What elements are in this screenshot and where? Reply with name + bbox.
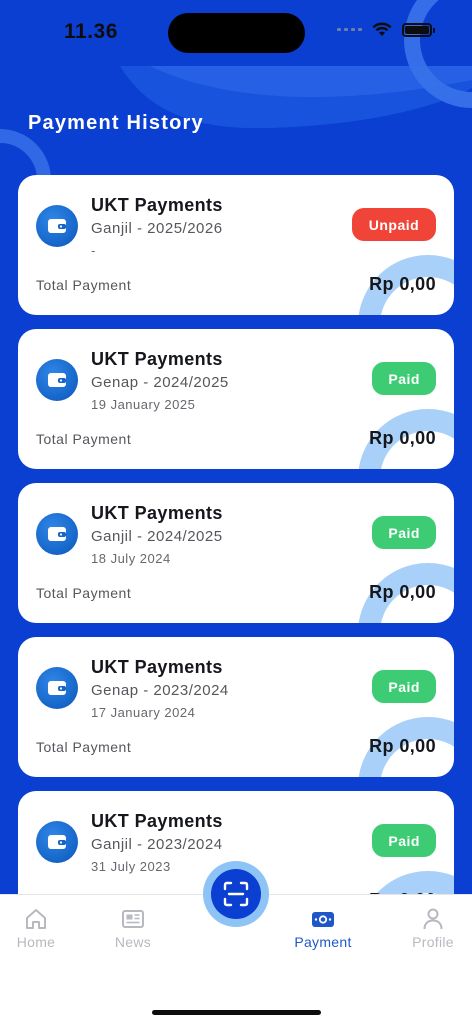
home-indicator: [152, 1010, 321, 1015]
status-time: 11.36: [64, 20, 118, 43]
payment-title: UKT Payments: [91, 811, 223, 831]
payment-period: Ganjil - 2023/2024: [91, 836, 223, 853]
payment-title: UKT Payments: [91, 503, 223, 523]
signal-icon: [337, 28, 362, 31]
nav-payment-label: Payment: [294, 934, 352, 950]
profile-icon: [420, 907, 446, 931]
payment-card[interactable]: UKT Payments Genap - 2023/2024 17 Januar…: [18, 637, 454, 777]
nav-profile-label: Profile: [412, 934, 454, 950]
nav-home[interactable]: Home: [0, 907, 72, 950]
battery-icon: [402, 22, 435, 37]
payment-title: UKT Payments: [91, 657, 223, 677]
wallet-icon: [36, 821, 78, 863]
payment-card[interactable]: UKT Payments Genap - 2024/2025 19 Januar…: [18, 329, 454, 469]
total-payment-label: Total Payment: [36, 585, 132, 601]
wifi-icon: [372, 22, 392, 36]
payment-period: Genap - 2024/2025: [91, 374, 229, 391]
nav-profile[interactable]: Profile: [397, 907, 469, 950]
payment-title: UKT Payments: [91, 349, 223, 369]
status-badge: Paid: [372, 670, 436, 703]
wallet-icon: [36, 513, 78, 555]
payment-list: UKT Payments Ganjil - 2025/2026 - Unpaid…: [18, 175, 454, 945]
payment-date: 31 July 2023: [91, 859, 171, 874]
payment-card[interactable]: UKT Payments Ganjil - 2024/2025 18 July …: [18, 483, 454, 623]
wallet-icon: [36, 359, 78, 401]
nav-payment[interactable]: Payment: [287, 907, 359, 950]
total-payment-value: Rp 0,00: [369, 428, 436, 448]
total-payment-value: Rp 0,00: [369, 736, 436, 756]
nav-home-label: Home: [16, 934, 56, 950]
page-title: Payment History: [28, 112, 204, 134]
payment-period: Ganjil - 2024/2025: [91, 528, 223, 545]
status-bar: 11.36: [0, 0, 472, 64]
payment-date: 18 July 2024: [91, 551, 171, 566]
news-icon: [120, 907, 146, 931]
payment-card[interactable]: UKT Payments Ganjil - 2025/2026 - Unpaid…: [18, 175, 454, 315]
total-payment-label: Total Payment: [36, 431, 132, 447]
nav-news-label: News: [114, 934, 152, 950]
nav-news[interactable]: News: [97, 907, 169, 950]
scan-icon: [211, 869, 261, 919]
total-payment-label: Total Payment: [36, 739, 132, 755]
scan-button[interactable]: [203, 861, 269, 927]
dynamic-island: [168, 13, 305, 53]
status-badge: Unpaid: [352, 208, 436, 241]
payment-date: -: [91, 243, 96, 258]
status-indicators: [337, 22, 435, 37]
status-badge: Paid: [372, 824, 436, 857]
payment-date: 17 January 2024: [91, 705, 196, 720]
payment-date: 19 January 2025: [91, 397, 196, 412]
status-badge: Paid: [372, 362, 436, 395]
home-icon: [23, 907, 49, 931]
payment-history-screen: 11.36 Payment History UKT Payments Ganji…: [0, 0, 472, 1024]
status-badge: Paid: [372, 516, 436, 549]
payment-period: Ganjil - 2025/2026: [91, 220, 223, 237]
total-payment-value: Rp 0,00: [369, 582, 436, 602]
wallet-icon: [36, 667, 78, 709]
total-payment-value: Rp 0,00: [369, 274, 436, 294]
total-payment-label: Total Payment: [36, 277, 132, 293]
wallet-icon: [36, 205, 78, 247]
payment-title: UKT Payments: [91, 195, 223, 215]
payment-icon: [310, 907, 336, 931]
payment-period: Genap - 2023/2024: [91, 682, 229, 699]
